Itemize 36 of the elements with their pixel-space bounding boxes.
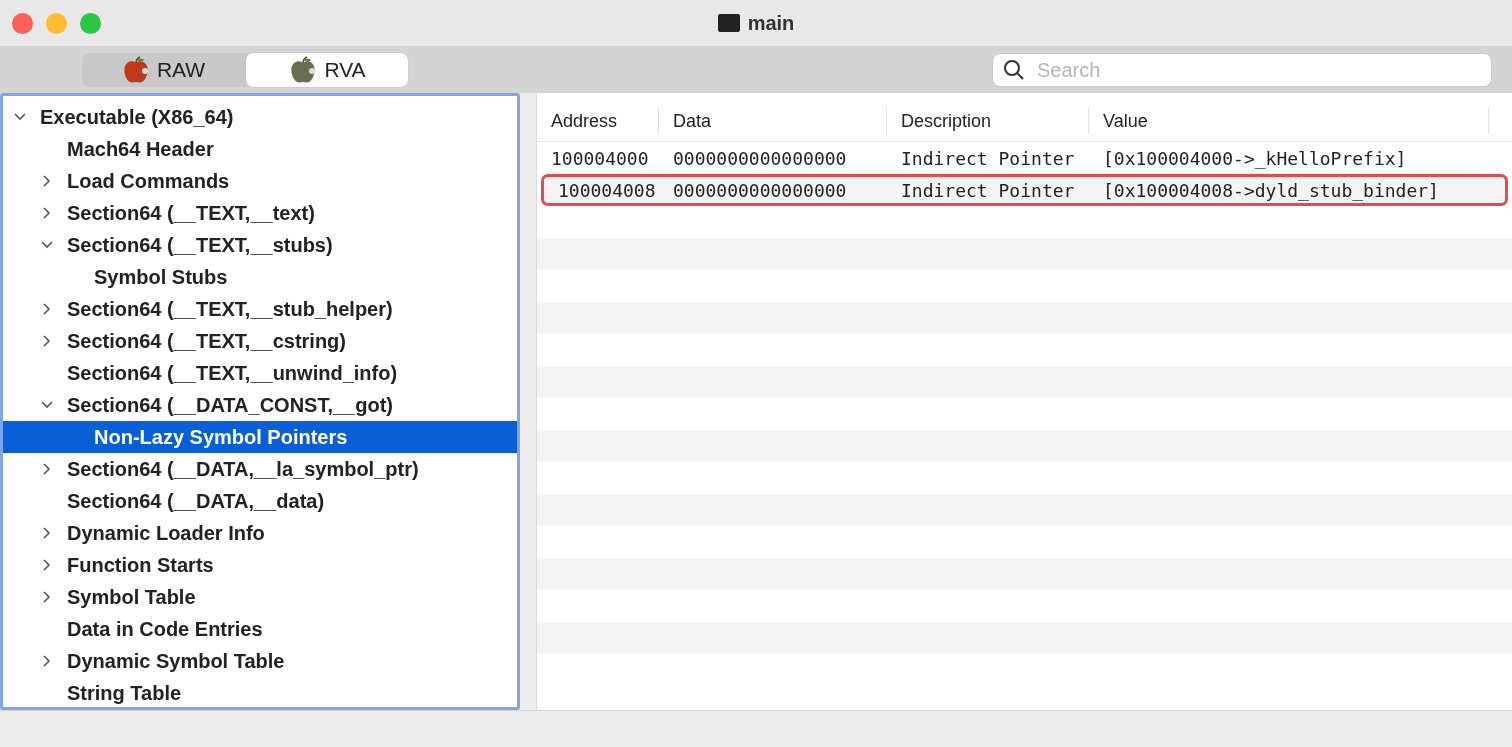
table-cell-text: Indirect Pointer (900, 179, 1076, 201)
table-cell-text: 0000000000000000 (672, 179, 848, 201)
table-cell-text: [0x100004000->_kHelloPrefix] (1102, 147, 1408, 169)
column-header[interactable]: Address (537, 108, 659, 134)
tree-item[interactable]: String Table (3, 677, 517, 709)
tree-item[interactable]: Non-Lazy Symbol Pointers (3, 421, 517, 453)
column-header[interactable]: Description (887, 108, 1089, 134)
tree-item[interactable]: Executable (X86_64) (3, 101, 517, 133)
table-cell-text: Indirect Pointer (900, 147, 1076, 169)
mode-tab[interactable]: RVA (246, 53, 408, 87)
table-cell-text: 0000000000000000 (672, 147, 848, 169)
terminal-icon (717, 14, 740, 32)
tree-item[interactable]: Section64 (__TEXT,__unwind_info) (3, 357, 517, 389)
tree-item[interactable]: Symbol Stubs (3, 261, 517, 293)
tree-item[interactable]: Section64 (__TEXT,__text) (3, 197, 517, 229)
column-header[interactable]: Value (1089, 108, 1489, 134)
tree-item[interactable]: Function Starts (3, 549, 517, 581)
table-cell-text: 100004008 (557, 179, 657, 201)
table-cell-text: [0x100004008->dyld_stub_binder] (1102, 179, 1440, 201)
tree-item[interactable]: Dynamic Loader Info (3, 517, 517, 549)
tree-item[interactable]: Section64 (__DATA,__la_symbol_ptr) (3, 453, 517, 485)
tree-item[interactable]: Section64 (__TEXT,__stub_helper) (3, 293, 517, 325)
tree-item[interactable]: Section64 (__DATA_CONST,__got) (3, 389, 517, 421)
tree-item[interactable]: Dynamic Symbol Table (3, 645, 517, 677)
tree-item[interactable]: Section64 (__TEXT,__stubs) (3, 229, 517, 261)
table-cell-text: 100004000 (550, 147, 650, 169)
tree-item[interactable]: Mach64 Header (3, 133, 517, 165)
tree-item[interactable]: Symbol Table (3, 581, 517, 613)
search-field[interactable]: Search (992, 53, 1492, 87)
column-header[interactable]: Data (659, 108, 887, 134)
tree-item[interactable]: Data in Code Entries (3, 613, 517, 645)
tree-item[interactable]: Section64 (__TEXT,__cstring) (3, 325, 517, 357)
mode-tab[interactable]: RAW (82, 53, 244, 87)
window-title: main (747, 11, 795, 35)
tree-item[interactable]: Load Commands (3, 165, 517, 197)
tree-item[interactable]: Section64 (__DATA,__data) (3, 485, 517, 517)
